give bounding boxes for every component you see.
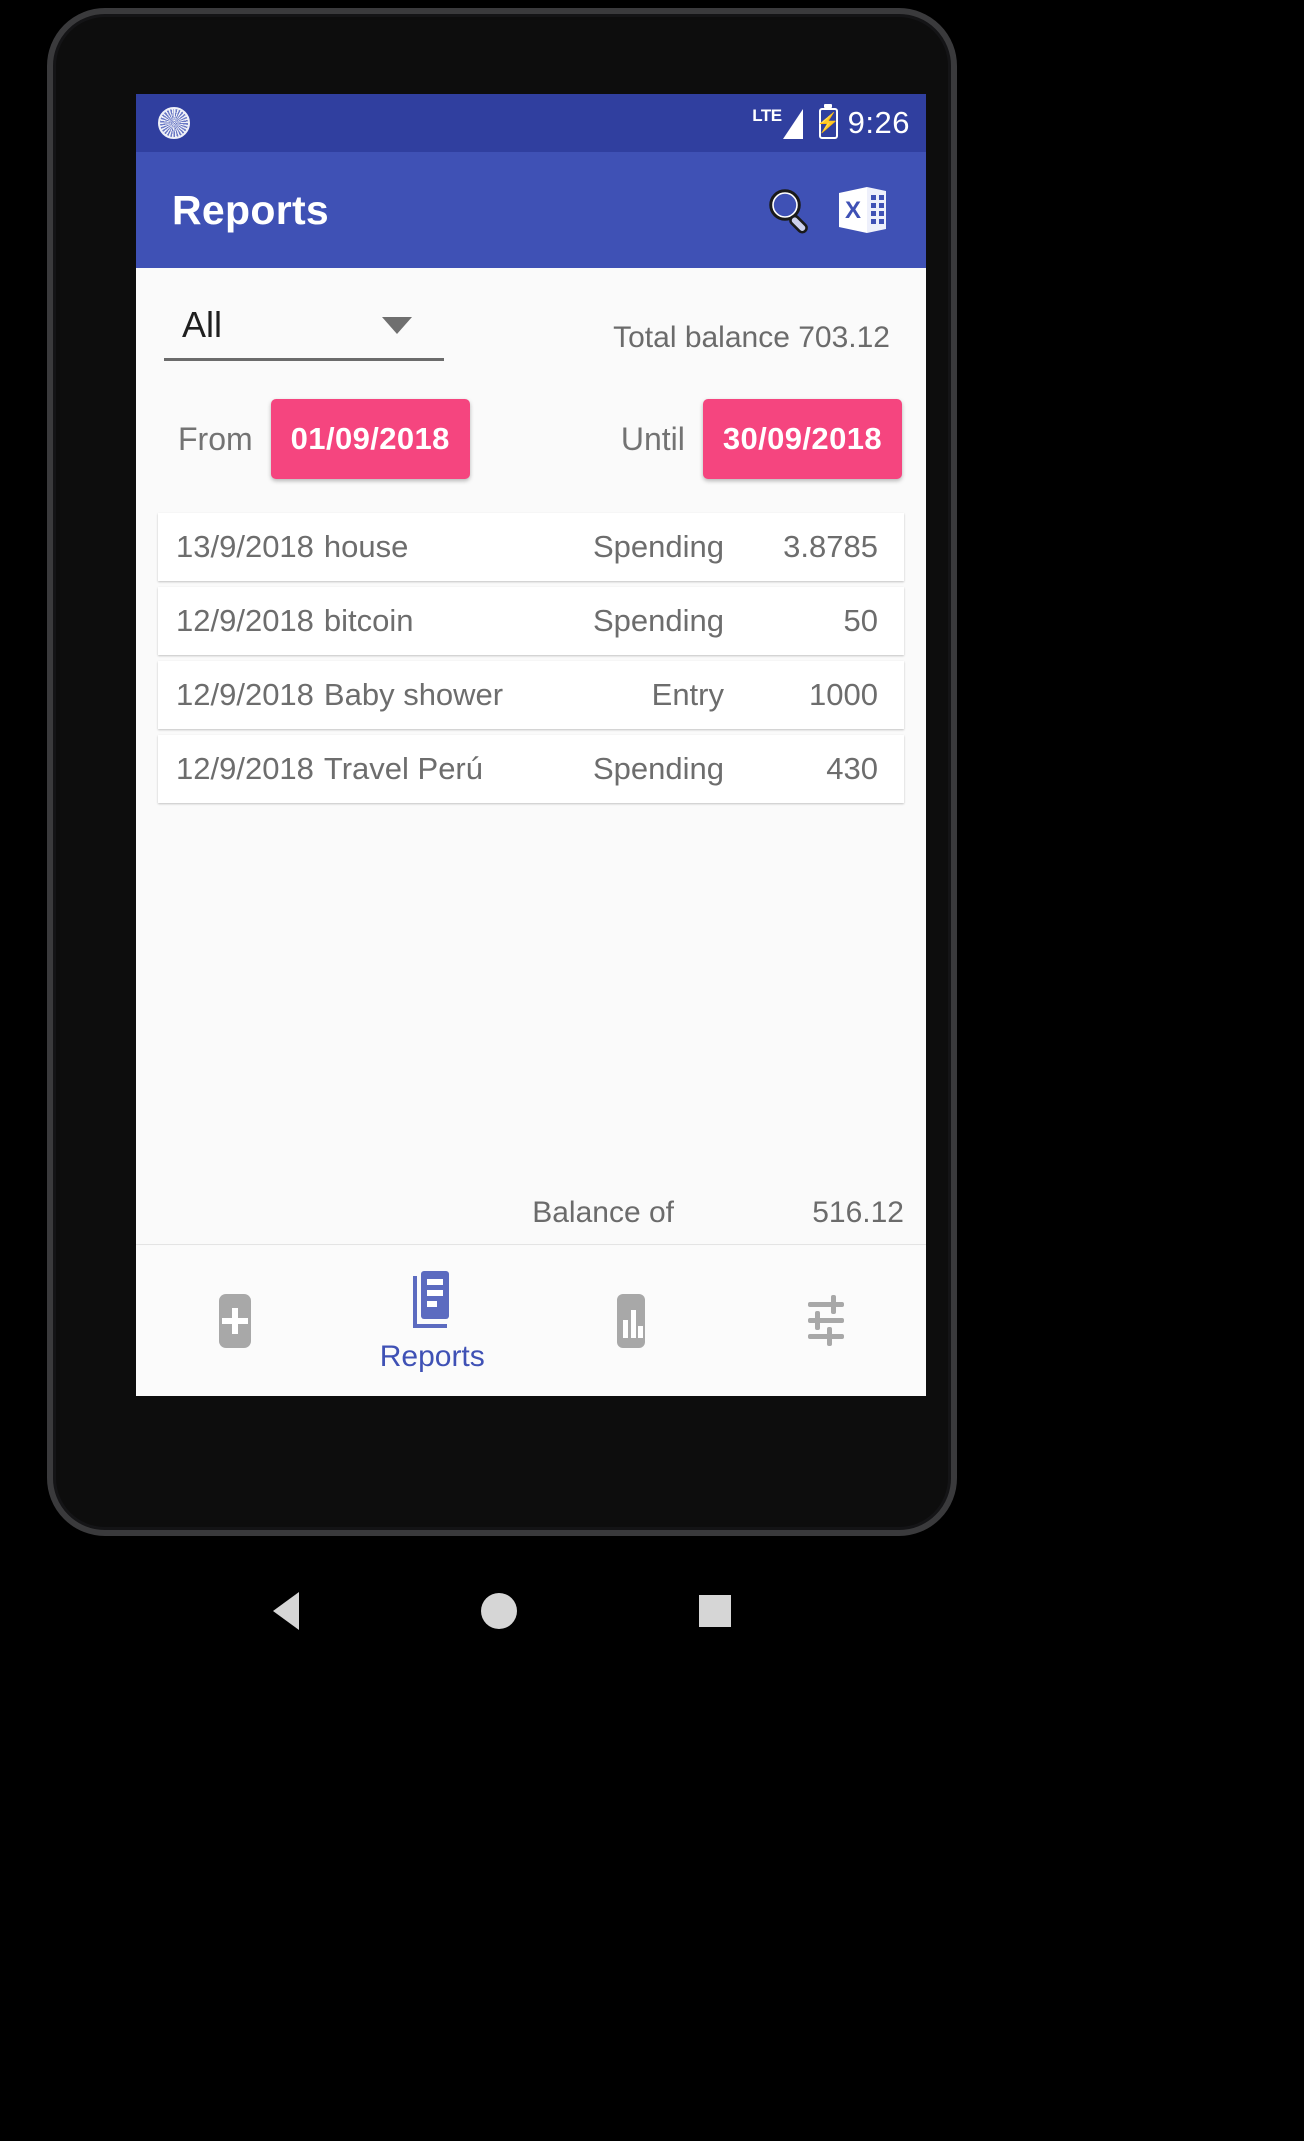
transaction-name: house — [323, 529, 409, 564]
until-date-button[interactable]: 30/09/2018 — [702, 399, 902, 479]
footer-balance-row: Balance of 516.12 — [136, 1196, 926, 1245]
from-date-button[interactable]: 01/09/2018 — [270, 399, 470, 479]
status-bar-clock: 9:26 — [847, 105, 910, 140]
device-frame: LTE ⚡ 9:26 Reports X All Total balance 7… — [47, 8, 957, 1536]
excel-export-icon: X — [839, 187, 886, 233]
transaction-row[interactable]: 12/9/2018 bitcoin Spending 50 — [158, 587, 904, 655]
lte-label: LTE — [752, 105, 782, 125]
chevron-down-icon — [382, 316, 412, 334]
search-button[interactable] — [752, 173, 826, 247]
from-label: From — [178, 420, 253, 457]
footer-balance-value: 516.12 — [812, 1196, 904, 1229]
transaction-amount: 1000 — [809, 677, 878, 712]
spinner-icon — [158, 107, 190, 139]
until-label: Until — [620, 420, 685, 457]
nav-item-chart[interactable] — [531, 1288, 729, 1354]
transaction-name: Travel Perú — [323, 751, 483, 786]
transaction-title: 12/9/2018 Travel Perú — [176, 751, 529, 787]
signal-bars-icon — [782, 108, 803, 139]
home-circle-icon[interactable] — [481, 1593, 517, 1629]
battery-bolt-glyph: ⚡ — [816, 112, 840, 134]
back-triangle-icon[interactable] — [273, 1592, 299, 1630]
nav-item-reports[interactable]: Reports — [334, 1268, 532, 1374]
nav-item-reports-label: Reports — [379, 1340, 485, 1373]
reports-icon — [413, 1271, 450, 1328]
transaction-title: 12/9/2018 bitcoin — [176, 603, 529, 639]
transaction-type: Spending — [592, 603, 724, 638]
transaction-row[interactable]: 12/9/2018 Travel Perú Spending 430 — [158, 735, 904, 803]
android-system-nav — [47, 1536, 957, 1686]
transaction-amount: 3.8785 — [783, 529, 878, 564]
transaction-title: 13/9/2018 house — [176, 529, 529, 565]
account-filter-dropdown[interactable]: All — [164, 304, 444, 361]
transaction-type: Entry — [651, 677, 724, 712]
search-icon — [769, 189, 808, 234]
add-icon — [218, 1294, 251, 1348]
transaction-amount: 50 — [843, 603, 878, 638]
transaction-name: Baby shower — [323, 677, 504, 712]
account-filter-value: All — [182, 304, 223, 345]
battery-charging-icon: ⚡ — [816, 107, 840, 139]
export-excel-button[interactable]: X — [826, 173, 900, 247]
app-bar: Reports X — [136, 152, 926, 268]
svg-text:X: X — [845, 197, 861, 224]
settings-sliders-icon — [808, 1295, 845, 1346]
page-title: Reports — [172, 186, 330, 233]
recents-square-icon[interactable] — [699, 1595, 731, 1627]
transaction-date: 12/9/2018 — [176, 751, 314, 786]
status-bar: LTE ⚡ 9:26 — [136, 94, 926, 152]
bottom-navigation: Reports — [136, 1246, 926, 1396]
network-indicator: LTE — [752, 105, 803, 140]
total-balance-label: Total balance 703.12 — [613, 321, 890, 354]
date-range-row: From 01/09/2018 Until 30/09/2018 — [136, 361, 926, 479]
filter-row: All Total balance 703.12 — [136, 268, 926, 361]
chart-icon — [616, 1294, 645, 1348]
nav-item-add[interactable] — [136, 1288, 334, 1354]
transaction-type: Spending — [592, 529, 724, 564]
transaction-title: 12/9/2018 Baby shower — [176, 677, 529, 713]
transaction-date: 12/9/2018 — [176, 677, 314, 712]
transaction-list: 13/9/2018 house Spending 3.8785 12/9/2018 bit… — [158, 513, 904, 803]
footer-balance-label: Balance of — [532, 1196, 674, 1229]
transaction-type: Spending — [592, 751, 724, 786]
nav-item-settings[interactable] — [729, 1288, 927, 1354]
transaction-name: bitcoin — [323, 603, 414, 638]
transaction-row[interactable]: 13/9/2018 house Spending 3.8785 — [158, 513, 904, 581]
transaction-date: 12/9/2018 — [176, 603, 314, 638]
transaction-row[interactable]: 12/9/2018 Baby shower Entry 1000 — [158, 661, 904, 729]
transaction-date: 13/9/2018 — [176, 529, 314, 564]
phone-screen: LTE ⚡ 9:26 Reports X All Total balance 7… — [136, 94, 926, 1396]
transaction-amount: 430 — [826, 751, 878, 786]
